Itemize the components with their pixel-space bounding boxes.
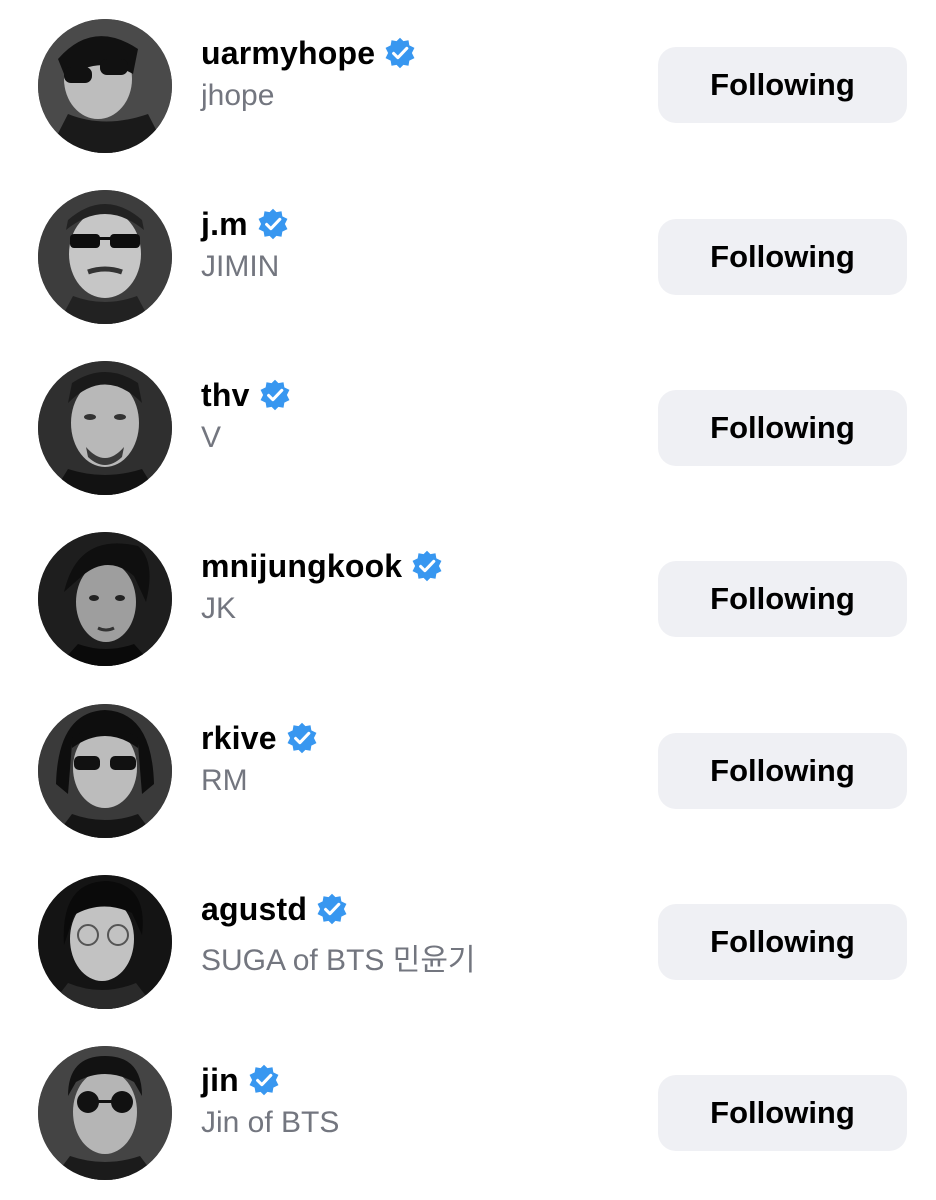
following-button[interactable]: Following <box>658 1075 907 1151</box>
account-row-mnijungkook[interactable]: mnijungkook JK Following <box>0 532 936 682</box>
username[interactable]: thv <box>201 377 250 414</box>
username-line: uarmyhope <box>201 33 417 73</box>
account-row-uarmyhope[interactable]: uarmyhope jhope Following <box>0 19 936 169</box>
account-row-thv[interactable]: thv V Following <box>0 361 936 511</box>
avatar[interactable] <box>38 361 172 495</box>
username[interactable]: uarmyhope <box>201 35 375 72</box>
full-name: JIMIN <box>201 250 280 283</box>
avatar[interactable] <box>38 532 172 666</box>
account-row-jm[interactable]: j.m JIMIN Following <box>0 190 936 340</box>
verified-badge-icon <box>385 37 415 69</box>
username[interactable]: jin <box>201 1062 239 1099</box>
avatar[interactable] <box>38 1046 172 1180</box>
account-row-jin[interactable]: jin Jin of BTS Following <box>0 1046 936 1196</box>
username-line: jin <box>201 1060 281 1100</box>
avatar[interactable] <box>38 190 172 324</box>
full-name: V <box>201 421 222 454</box>
following-button[interactable]: Following <box>658 219 907 295</box>
username-line: j.m <box>201 204 290 244</box>
verified-badge-icon <box>287 722 317 754</box>
verified-badge-icon <box>249 1064 279 1096</box>
username[interactable]: agustd <box>201 891 307 928</box>
avatar[interactable] <box>38 19 172 153</box>
full-name: JK <box>201 592 237 625</box>
username-line: rkive <box>201 718 319 758</box>
full-name: Jin of BTS <box>201 1106 340 1139</box>
following-button[interactable]: Following <box>658 561 907 637</box>
full-name: jhope <box>201 79 275 112</box>
username-line: thv <box>201 375 292 415</box>
verified-badge-icon <box>317 893 347 925</box>
verified-badge-icon <box>412 550 442 582</box>
full-name: SUGA of BTS 민윤기 <box>201 944 476 977</box>
account-row-rkive[interactable]: rkive RM Following <box>0 704 936 854</box>
verified-badge-icon <box>260 379 290 411</box>
following-button[interactable]: Following <box>658 904 907 980</box>
avatar[interactable] <box>38 875 172 1009</box>
full-name: RM <box>201 764 248 797</box>
avatar[interactable] <box>38 704 172 838</box>
account-row-agustd[interactable]: agustd SUGA of BTS 민윤기 Following <box>0 875 936 1025</box>
following-button[interactable]: Following <box>658 733 907 809</box>
username-line: agustd <box>201 889 349 929</box>
username[interactable]: j.m <box>201 206 248 243</box>
username[interactable]: mnijungkook <box>201 548 402 585</box>
following-button[interactable]: Following <box>658 390 907 466</box>
username[interactable]: rkive <box>201 720 277 757</box>
verified-badge-icon <box>258 208 288 240</box>
following-button[interactable]: Following <box>658 47 907 123</box>
username-line: mnijungkook <box>201 546 444 586</box>
